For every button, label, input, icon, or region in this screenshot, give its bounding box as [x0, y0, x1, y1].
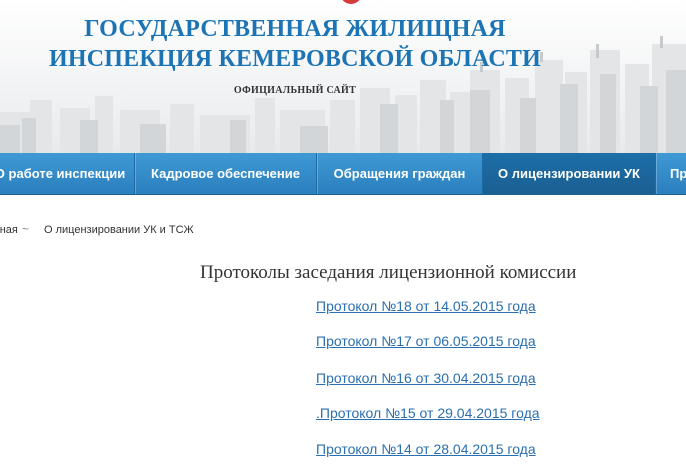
nav-item-more[interactable]: Пр	[670, 153, 686, 194]
nav-item-label: Кадровое обеспечение	[151, 166, 300, 181]
nav-item-label: О лицензировании УК	[498, 166, 640, 181]
nav-item-label: О работе инспекции	[0, 166, 126, 181]
list-item: Протокол №16 от 30.04.2015 года	[316, 370, 536, 388]
breadcrumb-home[interactable]: Главная	[0, 224, 18, 236]
wave-icon: ~	[22, 222, 30, 236]
page-title: Протоколы заседания лицензионной комисси…	[200, 262, 577, 283]
main-nav: О работе инспекции Кадровое обеспечение …	[0, 153, 686, 195]
protocol-link[interactable]: Протокол №14 от 28.04.2015 года	[316, 441, 536, 457]
list-item: Протокол №18 от 14.05.2015 года	[316, 298, 536, 316]
site-subtitle: ОФИЦИАЛЬНЫЙ САЙТ	[233, 85, 357, 96]
list-item: Протокол №17 от 06.05.2015 года	[316, 333, 536, 351]
protocol-link[interactable]: .Протокол №15 от 29.04.2015 года	[316, 405, 540, 421]
site-header: ГОСУДАРСТВЕННАЯ ЖИЛИЩНАЯ ИНСПЕКЦИЯ КЕМЕР…	[0, 0, 686, 153]
nav-item-staffing[interactable]: Кадровое обеспечение	[135, 153, 316, 194]
nav-item-label: Обращения граждан	[333, 166, 466, 181]
nav-item-label: Пр	[670, 166, 686, 181]
nav-item-licensing[interactable]: О лицензировании УК	[483, 153, 655, 194]
list-item: .Протокол №15 от 29.04.2015 года	[316, 405, 540, 423]
nav-item-citizen-appeals[interactable]: Обращения граждан	[317, 153, 482, 194]
nav-item-about-work[interactable]: О работе инспекции	[0, 153, 134, 194]
breadcrumb-current: О лицензировании УК и ТСЖ	[44, 224, 194, 236]
protocol-link[interactable]: Протокол №16 от 30.04.2015 года	[316, 370, 536, 386]
protocol-link[interactable]: Протокол №17 от 06.05.2015 года	[316, 333, 536, 349]
protocol-link[interactable]: Протокол №18 от 14.05.2015 года	[316, 298, 536, 314]
list-item: Протокол №14 от 28.04.2015 года	[316, 441, 536, 459]
site-title[interactable]: ГОСУДАРСТВЕННАЯ ЖИЛИЩНАЯ ИНСПЕКЦИЯ КЕМЕР…	[40, 14, 550, 74]
nav-divider	[655, 153, 656, 194]
site-title-line2: ИНСПЕКЦИЯ КЕМЕРОВСКОЙ ОБЛАСТИ	[49, 46, 541, 72]
site-title-line1: ГОСУДАРСТВЕННАЯ ЖИЛИЩНАЯ	[84, 16, 506, 42]
